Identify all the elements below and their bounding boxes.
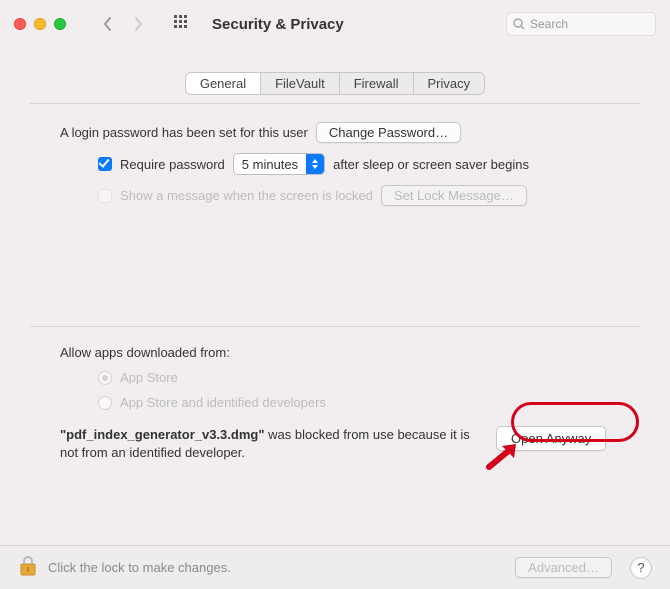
minimize-window-button[interactable] <box>34 18 46 30</box>
show-message-checkbox <box>98 189 112 203</box>
search-icon <box>513 18 525 30</box>
advanced-button[interactable]: Advanced… <box>515 557 612 578</box>
set-lock-message-button: Set Lock Message… <box>381 185 527 206</box>
allow-identified-label: App Store and identified developers <box>120 395 326 410</box>
allow-identified-row: App Store and identified developers <box>98 395 640 410</box>
tab-firewall[interactable]: Firewall <box>340 73 414 94</box>
zoom-window-button[interactable] <box>54 18 66 30</box>
divider <box>30 326 640 327</box>
tab-filevault[interactable]: FileVault <box>261 73 340 94</box>
open-anyway-button[interactable]: Open Anyway <box>496 426 606 451</box>
search-field[interactable]: Search <box>506 12 656 36</box>
tab-privacy[interactable]: Privacy <box>414 73 485 94</box>
titlebar: Security & Privacy Search <box>0 0 670 48</box>
allow-app-store-label: App Store <box>120 370 178 385</box>
show-message-row: Show a message when the screen is locked… <box>98 185 640 206</box>
change-password-button[interactable]: Change Password… <box>316 122 461 143</box>
forward-button[interactable] <box>126 12 150 36</box>
require-password-checkbox[interactable] <box>98 157 112 171</box>
lock-text: Click the lock to make changes. <box>48 560 231 575</box>
require-password-label: Require password <box>120 157 225 172</box>
allow-identified-radio <box>98 396 112 410</box>
window-title: Security & Privacy <box>212 16 344 33</box>
after-sleep-text: after sleep or screen saver begins <box>333 157 529 172</box>
password-delay-select[interactable]: 5 minutes <box>233 153 325 175</box>
content-area: General FileVault Firewall Privacy A log… <box>0 48 670 462</box>
nav-buttons <box>96 12 150 36</box>
allow-apps-section: Allow apps downloaded from: App Store Ap… <box>30 326 640 462</box>
help-button[interactable]: ? <box>630 557 652 579</box>
require-password-row: Require password 5 minutes after sleep o… <box>98 153 640 175</box>
window-controls <box>14 18 66 30</box>
close-window-button[interactable] <box>14 18 26 30</box>
blocked-app-row: "pdf_index_generator_v3.3.dmg" was block… <box>60 426 640 462</box>
divider <box>30 103 640 104</box>
password-delay-value: 5 minutes <box>234 154 306 174</box>
lock-icon[interactable] <box>18 555 38 580</box>
blocked-filename: "pdf_index_generator_v3.3.dmg" <box>60 427 265 442</box>
show-message-label: Show a message when the screen is locked <box>120 188 373 203</box>
login-password-row: A login password has been set for this u… <box>60 122 640 143</box>
allow-app-store-radio <box>98 371 112 385</box>
search-placeholder: Search <box>530 17 568 31</box>
login-password-text: A login password has been set for this u… <box>60 125 308 140</box>
allow-app-store-row: App Store <box>98 370 640 385</box>
allow-apps-heading: Allow apps downloaded from: <box>60 345 640 360</box>
tab-general[interactable]: General <box>186 73 261 94</box>
stepper-icon <box>306 154 324 174</box>
footer: Click the lock to make changes. Advanced… <box>0 545 670 589</box>
blocked-app-text: "pdf_index_generator_v3.3.dmg" was block… <box>60 426 480 462</box>
tab-bar: General FileVault Firewall Privacy <box>30 72 640 95</box>
show-all-prefs-button[interactable] <box>174 15 190 34</box>
back-button[interactable] <box>96 12 120 36</box>
